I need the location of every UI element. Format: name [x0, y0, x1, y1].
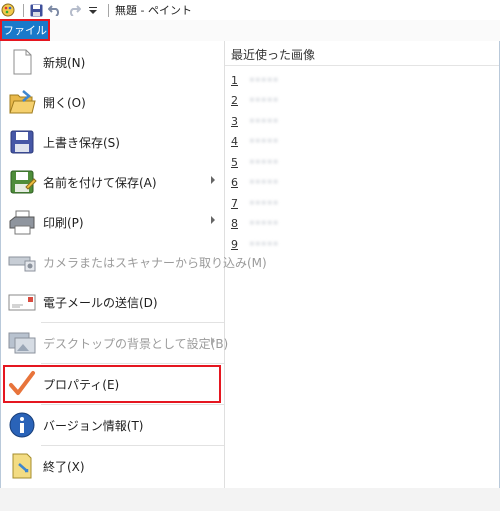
- menu-item-set-desktop-background[interactable]: デスクトップの背景として設定(B): [1, 324, 228, 362]
- recent-item[interactable]: 9 •••••: [231, 234, 279, 254]
- recent-item-number: 5: [231, 155, 238, 169]
- menu-item-label: 印刷(P): [43, 215, 84, 230]
- save-icon[interactable]: [28, 2, 44, 18]
- menu-divider: [41, 363, 224, 364]
- menu-item-label: 電子メールの送信(D): [43, 295, 158, 310]
- recent-item-number: 6: [231, 175, 238, 189]
- paint-app-icon[interactable]: [0, 2, 16, 18]
- menu-item-label: バージョン情報(T): [43, 418, 144, 433]
- scanner-icon: [7, 247, 37, 277]
- recent-item-number: 7: [231, 196, 238, 210]
- submenu-arrow-icon: [211, 176, 215, 184]
- desktop-background-icon: [7, 328, 37, 358]
- menu-bottom-bar: [0, 488, 500, 511]
- menu-item-label: 終了(X): [43, 459, 85, 474]
- recent-heading-divider: [225, 65, 499, 66]
- recent-item[interactable]: 5 •••••: [231, 152, 279, 172]
- recent-item-name: •••••: [249, 94, 279, 106]
- menu-divider: [41, 404, 224, 405]
- email-icon: [7, 287, 37, 317]
- printer-icon: [7, 207, 37, 237]
- menu-item-about[interactable]: バージョン情報(T): [1, 406, 224, 444]
- menu-divider: [41, 445, 224, 446]
- recent-pictures-heading: 最近使った画像: [231, 48, 316, 62]
- menu-item-send-email[interactable]: 電子メールの送信(D): [1, 283, 224, 321]
- recent-item-name: •••••: [249, 74, 279, 86]
- recent-pictures-pane: 最近使った画像 1 ••••• 2 ••••• 3 ••••• 4 ••••• …: [225, 41, 499, 488]
- menu-item-label: 新規(N): [43, 55, 86, 70]
- recent-item-name: •••••: [249, 176, 279, 188]
- toolbar-divider: [23, 3, 24, 17]
- info-icon: [7, 410, 37, 440]
- new-document-icon: [7, 47, 37, 77]
- recent-item[interactable]: 2 •••••: [231, 90, 279, 110]
- menu-item-save-as[interactable]: 名前を付けて保存(A): [1, 163, 224, 201]
- exit-icon: [7, 451, 37, 481]
- recent-item-number: 9: [231, 237, 238, 251]
- quick-access-toolbar: 無題 - ペイント: [0, 0, 192, 20]
- recent-item[interactable]: 4 •••••: [231, 131, 279, 151]
- recent-item-name: •••••: [249, 156, 279, 168]
- properties-highlight-frame: [3, 365, 221, 403]
- ribbon-tab-row: ファイル: [0, 19, 500, 42]
- menu-item-new[interactable]: 新規(N): [1, 43, 224, 81]
- window-title: 無題 - ペイント: [115, 4, 192, 17]
- save-disk-icon: [7, 127, 37, 157]
- recent-item-name: •••••: [249, 217, 279, 229]
- recent-item-name: •••••: [249, 238, 279, 250]
- submenu-arrow-icon: [211, 337, 215, 345]
- menu-item-label: 開く(O): [43, 95, 86, 110]
- menu-item-label: デスクトップの背景として設定(B): [43, 336, 229, 351]
- file-menu-panel: 新規(N) 開く(O) 上書き保存(S) 名前を付けて保存(A) 印刷(P) カ…: [0, 41, 500, 489]
- undo-icon[interactable]: [47, 2, 63, 18]
- title-bar: 無題 - ペイント: [0, 0, 500, 20]
- recent-item-number: 1: [231, 73, 238, 87]
- file-menu-commands: 新規(N) 開く(O) 上書き保存(S) 名前を付けて保存(A) 印刷(P) カ…: [1, 41, 267, 488]
- file-tab[interactable]: ファイル: [0, 19, 50, 41]
- recent-item-number: 2: [231, 93, 238, 107]
- menu-divider: [41, 322, 224, 323]
- redo-icon[interactable]: [66, 2, 82, 18]
- recent-item-number: 3: [231, 114, 238, 128]
- menu-item-open[interactable]: 開く(O): [1, 83, 224, 121]
- toolbar-divider: [108, 3, 109, 17]
- menu-item-exit[interactable]: 終了(X): [1, 447, 224, 485]
- recent-item[interactable]: 3 •••••: [231, 111, 279, 131]
- recent-item-name: •••••: [249, 115, 279, 127]
- menu-item-print[interactable]: 印刷(P): [1, 203, 224, 241]
- submenu-arrow-icon: [211, 216, 215, 224]
- recent-item-number: 8: [231, 216, 238, 230]
- recent-item-number: 4: [231, 134, 238, 148]
- menu-item-label: 上書き保存(S): [43, 135, 120, 150]
- save-as-icon: [7, 167, 37, 197]
- menu-item-save[interactable]: 上書き保存(S): [1, 123, 224, 161]
- menu-item-import-camera-scanner[interactable]: カメラまたはスキャナーから取り込み(M): [1, 243, 267, 281]
- customize-dropdown-icon[interactable]: [85, 2, 101, 18]
- open-folder-icon: [7, 87, 37, 117]
- recent-item-name: •••••: [249, 135, 279, 147]
- recent-item[interactable]: 8 •••••: [231, 213, 279, 233]
- menu-item-label: 名前を付けて保存(A): [43, 175, 157, 190]
- recent-item[interactable]: 7 •••••: [231, 193, 279, 213]
- recent-item[interactable]: 1 •••••: [231, 70, 279, 90]
- recent-item[interactable]: 6 •••••: [231, 172, 279, 192]
- recent-item-name: •••••: [249, 197, 279, 209]
